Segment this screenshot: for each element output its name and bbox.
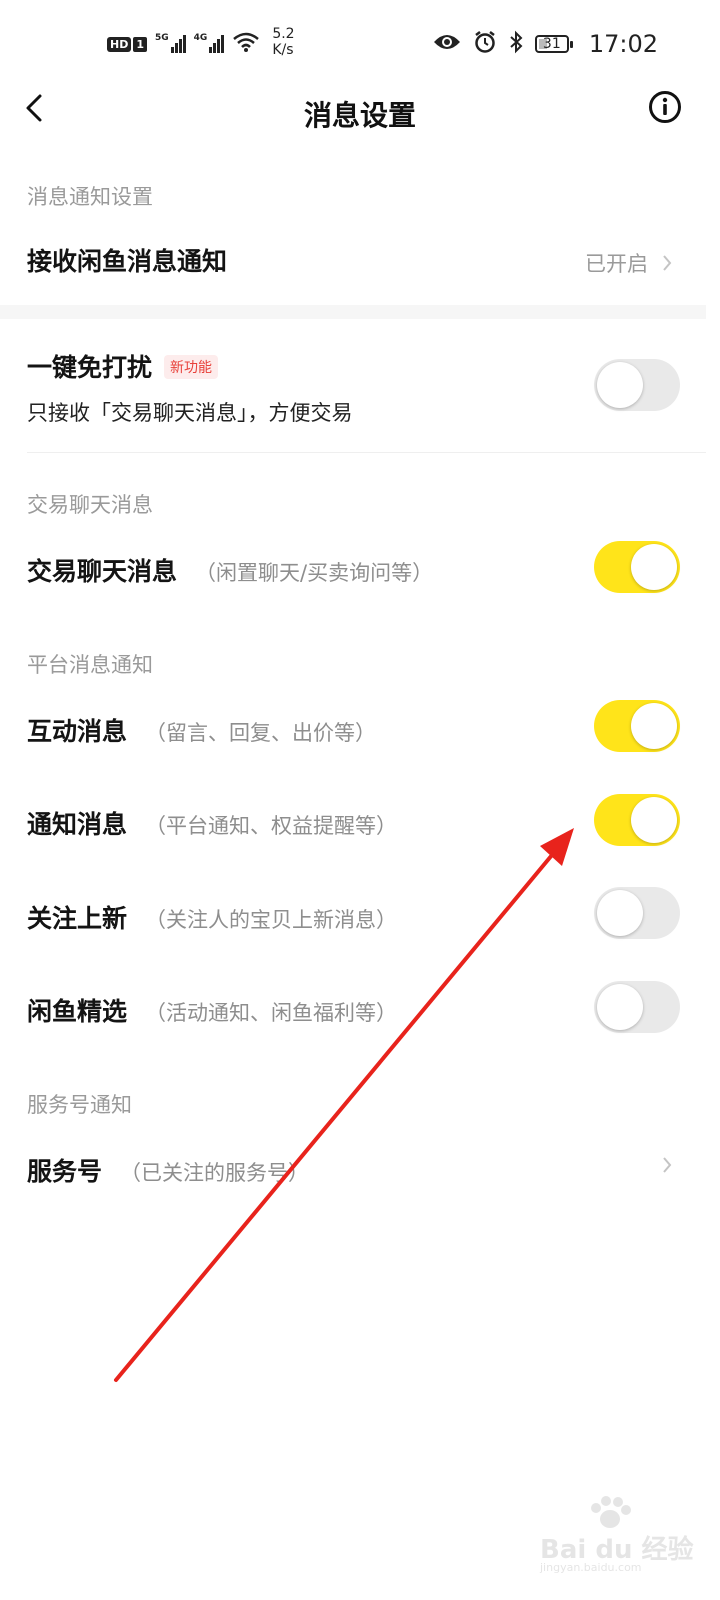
notify-row: 通知消息 （平台通知、权益提醒等） bbox=[27, 805, 397, 841]
section-label-notice: 消息通知设置 bbox=[27, 185, 153, 209]
info-icon bbox=[648, 90, 682, 128]
trade-chat-toggle[interactable] bbox=[594, 541, 680, 593]
hd-label: HD bbox=[107, 36, 132, 52]
dnd-title: 一键免打扰 新功能 bbox=[27, 348, 219, 384]
toggle-knob bbox=[631, 544, 677, 590]
interact-row: 互动消息 （留言、回复、出价等） bbox=[27, 712, 376, 748]
toggle-knob bbox=[597, 984, 643, 1030]
sim-label: 1 bbox=[133, 36, 147, 52]
section-divider bbox=[0, 305, 706, 319]
dnd-toggle[interactable] bbox=[594, 359, 680, 411]
notify-subtitle: （平台通知、权益提醒等） bbox=[145, 814, 398, 838]
trade-chat-row: 交易聊天消息 （闲置聊天/买卖询问等） bbox=[27, 552, 433, 588]
speed-unit: K/s bbox=[272, 42, 294, 58]
interact-title: 互动消息 bbox=[27, 717, 128, 746]
service-chevron-button[interactable] bbox=[662, 1156, 672, 1174]
toggle-knob bbox=[597, 890, 643, 936]
receive-notice-status[interactable]: 已开启 bbox=[585, 248, 672, 278]
service-title: 服务号 bbox=[27, 1157, 103, 1186]
nav-bar: 消息设置 bbox=[0, 80, 720, 142]
interact-subtitle: （留言、回复、出价等） bbox=[145, 721, 377, 745]
follow-toggle[interactable] bbox=[594, 887, 680, 939]
select-row: 闲鱼精选 （活动通知、闲鱼福利等） bbox=[27, 992, 397, 1028]
select-title: 闲鱼精选 bbox=[27, 997, 128, 1026]
interact-toggle[interactable] bbox=[594, 700, 680, 752]
section-label-platform: 平台消息通知 bbox=[27, 653, 153, 677]
watermark: Bai du 经验 jingyan.baidu.com bbox=[540, 1495, 694, 1574]
dnd-label: 一键免打扰 bbox=[27, 353, 153, 382]
section-label-trade: 交易聊天消息 bbox=[27, 493, 153, 517]
net2-label: 4G bbox=[193, 33, 208, 43]
net1-label: 5G bbox=[155, 33, 169, 43]
receive-notice-value: 已开启 bbox=[585, 252, 648, 276]
notify-toggle[interactable] bbox=[594, 794, 680, 846]
toggle-knob bbox=[631, 797, 677, 843]
trade-chat-title: 交易聊天消息 bbox=[27, 557, 178, 586]
page-title: 消息设置 bbox=[303, 99, 416, 132]
status-right: 31 17:02 bbox=[433, 30, 658, 58]
follow-row: 关注上新 （关注人的宝贝上新消息） bbox=[27, 899, 397, 935]
status-left: HD 1 5G 4G 5.2 K/s bbox=[107, 26, 295, 60]
chevron-right-icon bbox=[662, 254, 672, 272]
toggle-knob bbox=[597, 362, 643, 408]
speed-value: 5.2 bbox=[272, 26, 295, 42]
hd-icon: HD 1 bbox=[107, 36, 147, 52]
select-toggle[interactable] bbox=[594, 981, 680, 1033]
status-time: 17:02 bbox=[588, 30, 658, 58]
battery-icon: 31 bbox=[534, 35, 573, 53]
signal-5g-icon: 5G bbox=[155, 33, 186, 53]
service-subtitle: （已关注的服务号） bbox=[120, 1161, 310, 1185]
follow-title: 关注上新 bbox=[27, 904, 128, 933]
row-divider bbox=[27, 452, 706, 453]
watermark-url: jingyan.baidu.com bbox=[540, 1561, 642, 1574]
new-feature-badge: 新功能 bbox=[164, 355, 219, 379]
follow-subtitle: （关注人的宝贝上新消息） bbox=[145, 908, 398, 932]
status-bar: HD 1 5G 4G 5.2 K/s 31 17:02 bbox=[0, 0, 720, 92]
section-label-service: 服务号通知 bbox=[27, 1093, 132, 1117]
wifi-icon bbox=[232, 31, 260, 57]
signal-4g-icon: 4G bbox=[193, 33, 225, 53]
eye-icon bbox=[433, 33, 461, 55]
service-row[interactable]: 服务号 （已关注的服务号） bbox=[27, 1152, 309, 1188]
receive-notice-title[interactable]: 接收闲鱼消息通知 bbox=[27, 242, 227, 278]
alarm-icon bbox=[473, 30, 497, 58]
chevron-right-icon bbox=[662, 1156, 672, 1174]
bluetooth-icon bbox=[509, 30, 523, 58]
info-button[interactable] bbox=[648, 90, 682, 128]
trade-chat-subtitle: （闲置聊天/买卖询问等） bbox=[195, 561, 434, 585]
dnd-description: 只接收「交易聊天消息」，方便交易 bbox=[27, 401, 353, 425]
select-subtitle: （活动通知、闲鱼福利等） bbox=[145, 1001, 398, 1025]
battery-level: 31 bbox=[542, 36, 561, 52]
network-speed: 5.2 K/s bbox=[272, 26, 294, 58]
toggle-knob bbox=[631, 703, 677, 749]
notify-title: 通知消息 bbox=[27, 810, 128, 839]
